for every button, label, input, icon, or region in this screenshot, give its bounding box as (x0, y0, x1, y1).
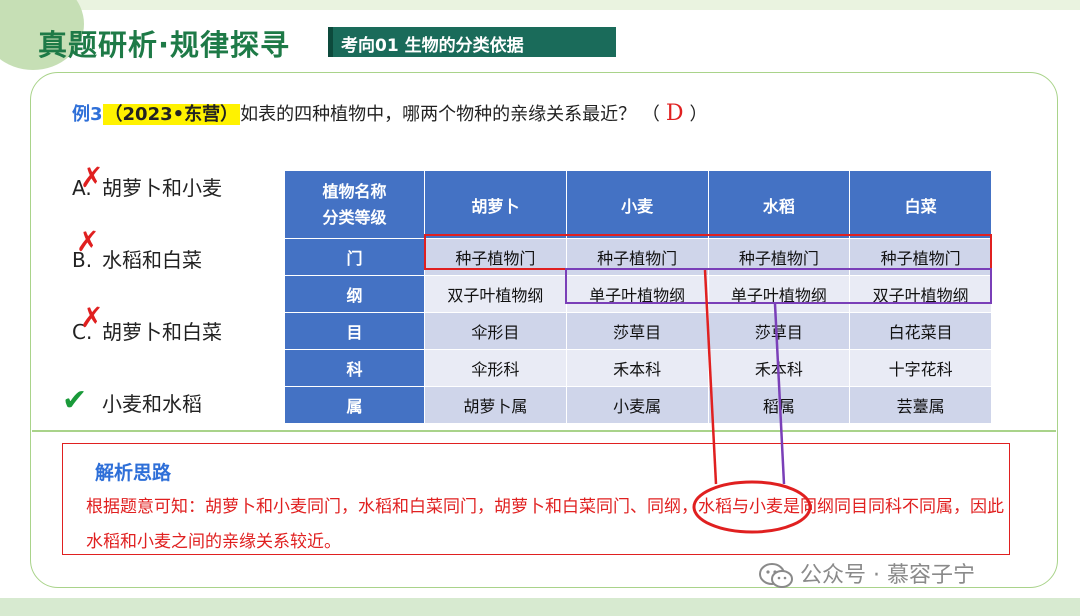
option-text: 胡萝卜和小麦 (102, 176, 222, 200)
table-cell: 禾本科 (565, 349, 709, 387)
wrong-x-icon: ✗ (80, 301, 104, 334)
table-row: 科 伞形科 禾本科 禾本科 十字花科 (284, 349, 992, 387)
option-text: 小麦和水稻 (102, 392, 202, 416)
wrong-x-icon: ✗ (76, 225, 100, 258)
table-cell: 十字花科 (849, 349, 992, 387)
watermark: 公众号 · 慕容子宁 (758, 557, 975, 590)
table-cell: 伞形科 (424, 349, 567, 387)
table-cell: 胡萝卜属 (424, 386, 567, 424)
table-cell: 双子叶植物纲 (424, 275, 567, 313)
question-number: 例3 (72, 104, 103, 125)
table-cell: 莎草目 (707, 312, 851, 350)
row-header: 属 (284, 386, 425, 424)
table-cell: 白花菜目 (849, 312, 992, 350)
analysis-text: 根据题意可知：胡萝卜和小麦同门，水稻和白菜同门，胡萝卜和白菜同门、同纲，水稻与小… (86, 497, 1004, 552)
row-header: 目 (284, 312, 425, 350)
option-text: 水稻和白菜 (102, 248, 202, 272)
phylum-highlight-box (424, 234, 992, 270)
question-line: 例3 （2023•东营） 如表的四种植物中，哪两个物种的亲缘关系最近？ （D） (72, 100, 708, 126)
watermark-text: 公众号 · 慕容子宁 (800, 563, 975, 588)
wechat-icon (759, 563, 793, 588)
column-header: 小麦 (565, 170, 709, 239)
column-header: 胡萝卜 (424, 170, 567, 239)
table-corner-header: 植物名称 分类等级 (284, 170, 425, 239)
column-header: 水稻 (707, 170, 851, 239)
table-cell: 稻属 (707, 386, 851, 424)
table-cell: 禾本科 (707, 349, 851, 387)
table-cell: 芸薹属 (849, 386, 992, 424)
row-header: 科 (284, 349, 425, 387)
question-source-tag: （2023•东营） (102, 104, 241, 125)
table-cell: 小麦属 (565, 386, 709, 424)
row-header: 门 (284, 238, 425, 276)
answer-paren-open: （ (641, 104, 660, 125)
table-cell: 莎草目 (565, 312, 709, 350)
row-header: 纲 (284, 275, 425, 313)
class-highlight-box (565, 268, 992, 304)
option-text: 胡萝卜和白菜 (102, 320, 222, 344)
table-row: 属 胡萝卜属 小麦属 稻属 芸薹属 (284, 386, 992, 424)
question-text: 如表的四种植物中，哪两个物种的亲缘关系最近？ (240, 104, 637, 125)
corner-line-2: 分类等级 (322, 207, 387, 227)
analysis-title: 解析思路 (95, 462, 172, 484)
column-header: 白菜 (849, 170, 992, 239)
page-title: 真题研析·规律探寻 (38, 28, 291, 62)
table-row: 目 伞形目 莎草目 莎草目 白花菜目 (284, 312, 992, 350)
option-d: D.小麦和水稻 (72, 388, 202, 417)
corner-line-1: 植物名称 (322, 181, 387, 201)
answer-paren-close: ） (689, 104, 708, 125)
bottom-accent-bar (0, 598, 1080, 616)
wrong-x-icon: ✗ (80, 161, 104, 194)
answer-letter: D (665, 101, 684, 126)
topic-badge: 考向01 生物的分类依据 (328, 27, 616, 57)
section-divider (32, 430, 1056, 432)
top-accent-bar (0, 0, 1080, 10)
correct-check-icon: ✔ (62, 383, 88, 418)
table-cell: 伞形目 (424, 312, 567, 350)
